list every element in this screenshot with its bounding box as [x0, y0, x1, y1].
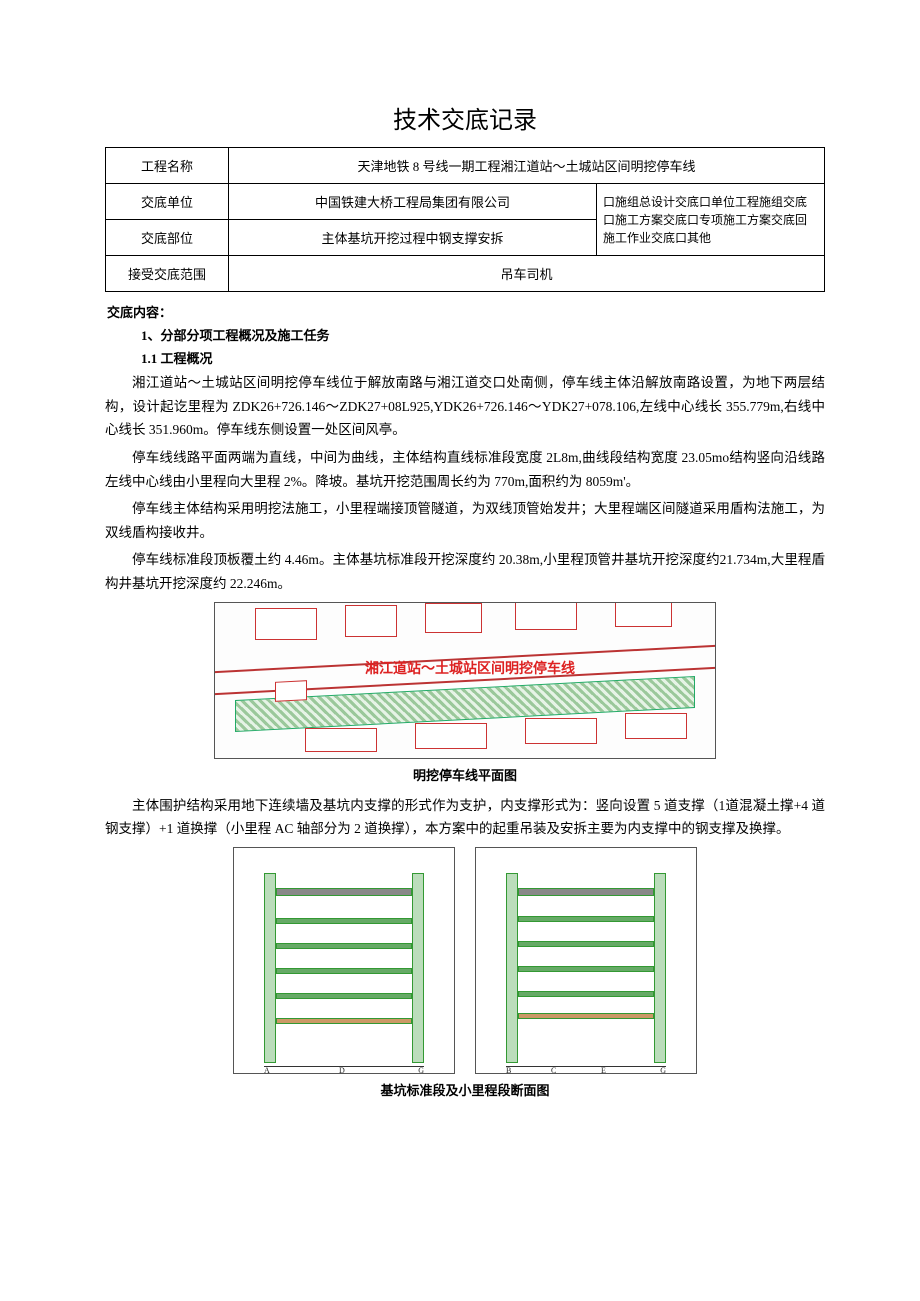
axis-label: G — [660, 1066, 666, 1074]
section-1-1: 1.1 工程概况 — [141, 348, 825, 367]
figure-plan-row: 湘江道站～土城站区间明挖停车线 — [105, 602, 825, 759]
info-table: 工程名称 天津地铁 8 号线一期工程湘江道站～土城站区间明挖停车线 交底单位 中… — [105, 147, 825, 292]
steel-strut — [276, 943, 412, 949]
paragraph: 停车线标准段顶板覆土约 4.46m。主体基坑标准段开挖深度约 20.38m,小里… — [105, 548, 825, 595]
check-line: 施工作业交底口其他 — [603, 231, 711, 245]
table-row: 工程名称 天津地铁 8 号线一期工程湘江道站～土城站区间明挖停车线 — [106, 148, 825, 184]
figure-caption-section: 基坑标准段及小里程段断面图 — [105, 1080, 825, 1099]
dimension-line — [506, 1066, 666, 1067]
steel-strut — [518, 916, 654, 922]
steel-strut — [518, 991, 654, 997]
page: 技术交底记录 工程名称 天津地铁 8 号线一期工程湘江道站～土城站区间明挖停车线… — [0, 0, 920, 1149]
replacement-strut — [518, 1013, 654, 1019]
section-1: 1、分部分项工程概况及施工任务 — [141, 325, 825, 344]
label-project-name: 工程名称 — [106, 148, 229, 184]
concrete-strut — [276, 888, 412, 896]
section-figure-left: A D G — [233, 847, 455, 1074]
replacement-strut — [276, 1018, 412, 1024]
label-scope: 接受交底范围 — [106, 256, 229, 292]
figure-section-row: A D G B C E G — [105, 847, 825, 1074]
table-row: 接受交底范围 吊车司机 — [106, 256, 825, 292]
paragraph: 主体围护结构采用地下连续墙及基坑内支撑的形式作为支护，内支撑形式为：竖向设置 5… — [105, 794, 825, 841]
building-outline — [615, 602, 672, 627]
axis-label: D — [339, 1066, 345, 1074]
doc-title: 技术交底记录 — [105, 100, 825, 135]
table-row: 交底单位 中国铁建大桥工程局集团有限公司 口施组总设计交底口单位工程施组交底 口… — [106, 184, 825, 220]
value-part: 主体基坑开挖过程中钢支撑安拆 — [229, 220, 597, 256]
label-unit: 交底单位 — [106, 184, 229, 220]
diaphragm-wall — [506, 873, 518, 1063]
label-part: 交底部位 — [106, 220, 229, 256]
building-outline — [345, 605, 397, 637]
paragraph: 停车线线路平面两端为直线，中间为曲线，主体结构直线标准段宽度 2L8m,曲线段结… — [105, 446, 825, 493]
building-outline — [625, 713, 687, 739]
paragraph: 湘江道站～土城站区间明挖停车线位于解放南路与湘江道交口处南侧，停车线主体沿解放南… — [105, 371, 825, 442]
diaphragm-wall — [264, 873, 276, 1063]
steel-strut — [276, 968, 412, 974]
building-outline — [275, 680, 307, 702]
steel-strut — [276, 993, 412, 999]
building-outline — [305, 728, 377, 752]
building-outline — [255, 608, 317, 640]
checkbox-column: 口施组总设计交底口单位工程施组交底 口施工方案交底口专项施工方案交底回 施工作业… — [597, 184, 825, 256]
plan-label: 湘江道站～土城站区间明挖停车线 — [365, 658, 575, 678]
axis-label: G — [418, 1066, 424, 1074]
steel-strut — [276, 918, 412, 924]
value-project-name: 天津地铁 8 号线一期工程湘江道站～土城站区间明挖停车线 — [229, 148, 825, 184]
check-line: 口施工方案交底口专项施工方案交底回 — [603, 213, 807, 227]
concrete-strut — [518, 888, 654, 896]
axis-label: E — [601, 1066, 606, 1074]
building-outline — [525, 718, 597, 744]
axis-label: C — [551, 1066, 556, 1074]
content-heading: 交底内容： — [107, 302, 825, 321]
figure-caption-plan: 明挖停车线平面图 — [105, 765, 825, 784]
diaphragm-wall — [654, 873, 666, 1063]
building-outline — [425, 603, 482, 633]
check-line: 口施组总设计交底口单位工程施组交底 — [603, 195, 807, 209]
steel-strut — [518, 941, 654, 947]
value-unit: 中国铁建大桥工程局集团有限公司 — [229, 184, 597, 220]
diaphragm-wall — [412, 873, 424, 1063]
value-scope: 吊车司机 — [229, 256, 825, 292]
section-figure-right: B C E G — [475, 847, 697, 1074]
paragraph: 停车线主体结构采用明挖法施工，小里程端接顶管隧道，为双线顶管始发井；大里程端区间… — [105, 497, 825, 544]
axis-label: B — [506, 1066, 511, 1074]
axis-label: A — [264, 1066, 270, 1074]
steel-strut — [518, 966, 654, 972]
building-outline — [515, 602, 577, 630]
building-outline — [415, 723, 487, 749]
plan-figure: 湘江道站～土城站区间明挖停车线 — [214, 602, 716, 759]
